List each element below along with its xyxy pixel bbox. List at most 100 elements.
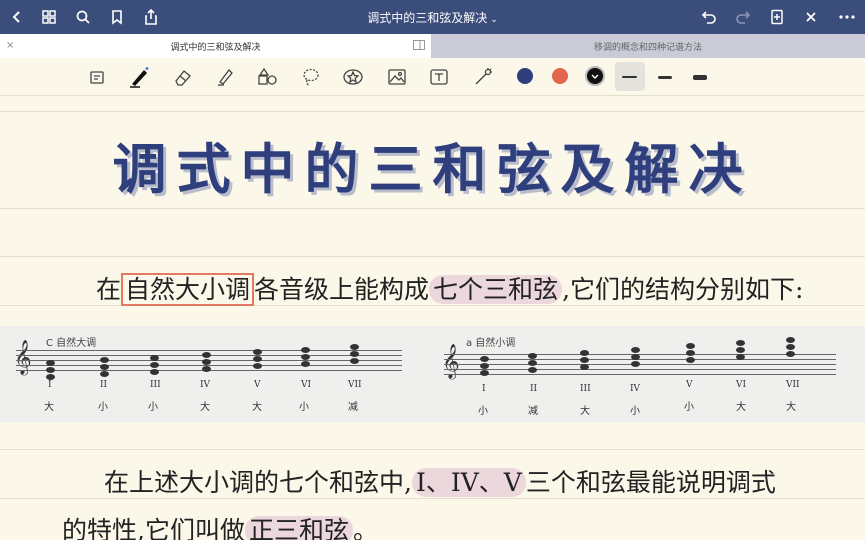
chord-icon <box>786 337 795 358</box>
staff-line <box>16 350 402 351</box>
chord-icon <box>301 347 310 368</box>
chord-icon <box>580 350 589 371</box>
staff-line <box>444 364 836 365</box>
note-heading: 调式中的三和弦及解决 <box>112 137 753 201</box>
line1-middle: 各音级上能构成 <box>254 275 430 304</box>
image-tool-icon[interactable] <box>384 64 410 90</box>
note-line-1: 在自然大小调 各音级上能构成 七个三和弦 ,它们的结构分别如下: <box>96 270 803 306</box>
notebook-page[interactable]: 调式中的三和弦及解决 在自然大小调 各音级上能构成 七个三和弦 ,它们的结构分别如下:… <box>0 97 865 540</box>
text-tool-icon[interactable] <box>426 64 452 90</box>
chord-icon <box>202 352 211 373</box>
line2-suffix: 三个和弦最能说明调式 <box>525 468 776 497</box>
staff-line <box>444 369 836 370</box>
chord-icon <box>480 356 489 377</box>
chord-icon <box>150 355 159 376</box>
document-title-text: 调式中的三和弦及解决 <box>367 11 488 25</box>
degree-label: I <box>48 380 52 390</box>
degree-label: III <box>580 384 591 394</box>
note-line-3: 的特性,它们叫做 正三和弦。 <box>62 511 378 540</box>
quality-label: 小 <box>98 402 108 413</box>
stroke-width-thin[interactable] <box>622 76 637 78</box>
drawing-toolbar <box>0 58 865 96</box>
chord-icon <box>686 343 695 364</box>
score-title: C 自然大调 <box>46 338 97 349</box>
highlighted-term: 七个三和弦 <box>429 275 563 304</box>
quality-label: 小 <box>478 406 488 417</box>
degree-label: III <box>150 380 161 390</box>
add-page-icon[interactable] <box>766 6 788 28</box>
highlighted-term: 正三和弦 <box>244 516 353 540</box>
degree-label: V <box>686 380 693 390</box>
chord-icon <box>253 349 262 370</box>
quality-label: 小 <box>684 402 694 413</box>
quality-label: 减 <box>348 402 358 413</box>
laser-pointer-icon[interactable] <box>470 64 496 90</box>
score-image-major: C 自然大调 𝄞 I II III IV V VI VII 大 小 小 大 大 … <box>0 326 424 422</box>
tab-other-document[interactable]: 移调的概念和四种记谱方法 <box>431 34 865 58</box>
highlighted-term: I、IV、V <box>411 468 526 497</box>
chord-icon <box>46 360 55 381</box>
score-image-minor: a 自然小调 𝄞 I II III IV V VI VII 小 减 大 小 小 … <box>424 326 865 422</box>
color-swatch-red[interactable] <box>552 68 568 84</box>
quality-label: 大 <box>252 402 262 413</box>
tab-label: 移调的概念和四种记谱方法 <box>593 42 702 53</box>
chord-icon <box>350 344 359 365</box>
stroke-width-medium[interactable] <box>658 76 672 79</box>
quality-label: 减 <box>528 406 538 417</box>
chord-icon <box>100 357 109 378</box>
highlighter-tool-icon[interactable] <box>212 64 238 90</box>
score-title: a 自然小调 <box>466 338 516 349</box>
ruled-line <box>0 449 865 450</box>
tab-current-document[interactable]: × 调式中的三和弦及解决 <box>0 34 431 58</box>
quality-label: 小 <box>630 406 640 417</box>
close-icon[interactable] <box>800 6 822 28</box>
chevron-down-icon: ⌄ <box>490 15 498 25</box>
title-bar: 调式中的三和弦及解决 ⌄ <box>0 0 865 34</box>
chord-icon <box>528 353 537 374</box>
line3-suffix: 。 <box>352 516 378 540</box>
degree-label: II <box>530 384 538 394</box>
undo-icon[interactable] <box>698 6 720 28</box>
degree-label: II <box>100 380 108 390</box>
quality-label: 小 <box>148 402 158 413</box>
lasso-tool-icon[interactable] <box>298 64 324 90</box>
line2-prefix: 在上述大小调的七个和弦中, <box>104 468 412 497</box>
tab-close-icon[interactable]: × <box>6 40 14 51</box>
degree-label: IV <box>200 380 211 390</box>
pen-tool-icon[interactable] <box>126 64 152 90</box>
quality-label: 小 <box>299 402 309 413</box>
line1-suffix: ,它们的结构分别如下: <box>562 275 804 304</box>
quality-label: 大 <box>580 406 590 417</box>
ruled-line <box>0 111 865 112</box>
degree-label: VII <box>348 380 362 390</box>
quality-label: 大 <box>786 402 796 413</box>
degree-label: V <box>254 380 261 390</box>
split-view-icon[interactable] <box>413 40 425 53</box>
quality-label: 大 <box>736 402 746 413</box>
read-only-icon[interactable] <box>84 64 110 90</box>
staff-line <box>444 374 836 375</box>
line1-prefix: 在 <box>96 275 122 304</box>
more-icon[interactable] <box>836 6 858 28</box>
degree-label: VII <box>786 380 800 390</box>
degree-label: I <box>482 384 486 394</box>
redo-icon[interactable] <box>732 6 754 28</box>
quality-label: 大 <box>200 402 210 413</box>
tab-label: 调式中的三和弦及解决 <box>170 42 261 53</box>
color-swatch-navy[interactable] <box>517 68 533 84</box>
ruled-line <box>0 208 865 209</box>
degree-label: VI <box>736 380 747 390</box>
ruled-line <box>0 256 865 257</box>
color-swatch-black-selected[interactable] <box>585 66 605 86</box>
staff-line <box>444 354 836 355</box>
degree-label: VI <box>301 380 312 390</box>
degree-label: IV <box>630 384 641 394</box>
sticker-tool-icon[interactable] <box>340 64 366 90</box>
tab-bar: × 调式中的三和弦及解决 移调的概念和四种记谱方法 <box>0 34 865 58</box>
eraser-tool-icon[interactable] <box>170 64 196 90</box>
chord-icon <box>736 340 745 361</box>
shapes-tool-icon[interactable] <box>254 64 280 90</box>
chord-icon <box>631 347 640 368</box>
stroke-width-thick[interactable] <box>693 75 707 80</box>
line3-prefix: 的特性,它们叫做 <box>62 516 245 540</box>
